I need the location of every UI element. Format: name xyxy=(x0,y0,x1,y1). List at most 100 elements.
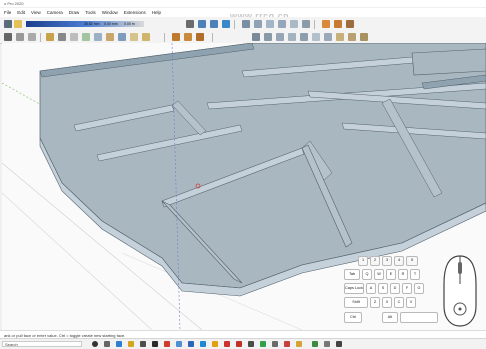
key-alt: Alt xyxy=(382,312,398,323)
zoom-icon[interactable] xyxy=(276,33,284,41)
app-icon-2[interactable] xyxy=(176,341,182,347)
zoom-extents-icon[interactable] xyxy=(288,33,296,41)
view-right-icon[interactable] xyxy=(278,20,286,28)
position-camera-icon[interactable] xyxy=(324,33,332,41)
taskview-icon[interactable] xyxy=(104,341,110,347)
sketchup-icon[interactable] xyxy=(284,341,290,347)
menu-edit[interactable]: Edit xyxy=(17,10,25,15)
key-s: S xyxy=(378,283,388,294)
toolbar-top: 35.82 mm 0.00 mm 0.00 m xyxy=(0,17,486,31)
measure-value-2: 0.00 mm xyxy=(104,22,118,26)
walk-icon[interactable] xyxy=(300,33,308,41)
window-title: o Pro 2020 xyxy=(4,1,24,6)
key-shift: Shift xyxy=(344,297,368,308)
fog-icon[interactable] xyxy=(360,33,368,41)
view-top-icon[interactable] xyxy=(254,20,262,28)
menu-file[interactable]: File xyxy=(4,10,11,15)
rectangle-tool-icon[interactable] xyxy=(70,33,78,41)
view-iso-icon[interactable] xyxy=(242,20,250,28)
layout-icon[interactable] xyxy=(346,20,354,28)
key-v: V xyxy=(406,297,416,308)
look-around-icon[interactable] xyxy=(312,33,320,41)
key-e: E xyxy=(386,269,396,280)
section-tool-icon[interactable] xyxy=(196,33,204,41)
app-icon-7[interactable] xyxy=(260,341,266,347)
key-d: D xyxy=(390,283,400,294)
explorer-icon[interactable] xyxy=(128,341,134,347)
measure-value-1: 35.82 mm xyxy=(84,22,100,26)
key-2: 2 xyxy=(370,256,380,266)
key-w: W xyxy=(374,269,384,280)
taskbar: Search xyxy=(0,338,486,349)
layers-icon[interactable] xyxy=(4,33,12,41)
solid-tools-icon[interactable] xyxy=(184,33,192,41)
orbit-icon[interactable] xyxy=(252,33,260,41)
edge-icon[interactable] xyxy=(116,341,122,347)
protractor-tool-icon[interactable] xyxy=(142,33,150,41)
shadow-icon[interactable] xyxy=(348,33,356,41)
components-icon[interactable] xyxy=(28,33,36,41)
measure-value-3: 0.00 m xyxy=(124,22,135,26)
warehouse-icon[interactable] xyxy=(322,20,330,28)
style-icon[interactable] xyxy=(336,33,344,41)
key-r: R xyxy=(398,269,408,280)
key-tab: Tab xyxy=(344,269,360,280)
pan-icon[interactable] xyxy=(264,33,272,41)
app-icon-4[interactable] xyxy=(212,341,218,347)
tape-tool-icon[interactable] xyxy=(130,33,138,41)
arc-tool-icon[interactable] xyxy=(94,33,102,41)
extension-warehouse-icon[interactable] xyxy=(334,20,342,28)
menu-view[interactable]: View xyxy=(31,10,41,15)
menu-tools[interactable]: Tools xyxy=(85,10,96,15)
scale-tool-icon[interactable] xyxy=(210,20,218,28)
followme-tool-icon[interactable] xyxy=(118,33,126,41)
taskbar-search-input[interactable]: Search xyxy=(2,341,82,347)
view-front-icon[interactable] xyxy=(266,20,274,28)
app-icon-10[interactable] xyxy=(312,341,318,347)
select-tool-icon[interactable] xyxy=(4,20,12,28)
menu-extensions[interactable]: Extensions xyxy=(124,10,146,15)
key-5: 5 xyxy=(406,256,418,266)
key-f: F xyxy=(402,283,412,294)
cortana-icon[interactable] xyxy=(92,341,98,347)
rotate-tool-icon[interactable] xyxy=(198,20,206,28)
mail-icon[interactable] xyxy=(200,341,206,347)
key-z: Z xyxy=(370,297,380,308)
acrobat-icon[interactable] xyxy=(224,341,230,347)
mouse-overlay-icon xyxy=(442,254,478,328)
app-icon-8[interactable] xyxy=(272,341,278,347)
pushpull-tool-icon[interactable] xyxy=(106,33,114,41)
chrome-icon[interactable] xyxy=(164,341,170,347)
title-bar: o Pro 2020 xyxy=(0,0,486,7)
view-back-icon[interactable] xyxy=(290,20,298,28)
line-tool-icon[interactable] xyxy=(58,33,66,41)
app-icon-1[interactable] xyxy=(152,341,158,347)
app-icon-6[interactable] xyxy=(248,341,254,347)
menu-window[interactable]: Window xyxy=(102,10,118,15)
sandbox-icon[interactable] xyxy=(172,33,180,41)
store-icon[interactable] xyxy=(140,341,146,347)
app-icon-3[interactable] xyxy=(188,341,194,347)
view-left-icon[interactable] xyxy=(302,20,310,28)
pencil-icon[interactable] xyxy=(46,33,54,41)
app-icon-9[interactable] xyxy=(296,341,302,347)
offset-tool-icon[interactable] xyxy=(222,20,230,28)
key-t: T xyxy=(410,269,420,280)
menu-help[interactable]: Help xyxy=(152,10,161,15)
app-icon-5[interactable] xyxy=(236,341,242,347)
menu-camera[interactable]: Camera xyxy=(47,10,63,15)
key-3: 3 xyxy=(382,256,392,266)
menu-draw[interactable]: Draw xyxy=(69,10,80,15)
key-capslock: Caps Lock xyxy=(344,283,364,294)
keyboard-overlay: 1 2 3 4 5 Tab Q W E R T Caps Lock A S D … xyxy=(344,256,440,328)
app-icon-11[interactable] xyxy=(324,341,330,347)
app-icon-12[interactable] xyxy=(336,341,342,347)
key-4: 4 xyxy=(394,256,404,266)
key-ctrl: Ctrl xyxy=(344,312,362,323)
key-c: C xyxy=(394,297,404,308)
circle-tool-icon[interactable] xyxy=(82,33,90,41)
outliner-icon[interactable] xyxy=(16,33,24,41)
paint-tool-icon[interactable] xyxy=(14,20,22,28)
move-tool-icon[interactable] xyxy=(186,20,194,28)
key-1: 1 xyxy=(358,256,368,266)
